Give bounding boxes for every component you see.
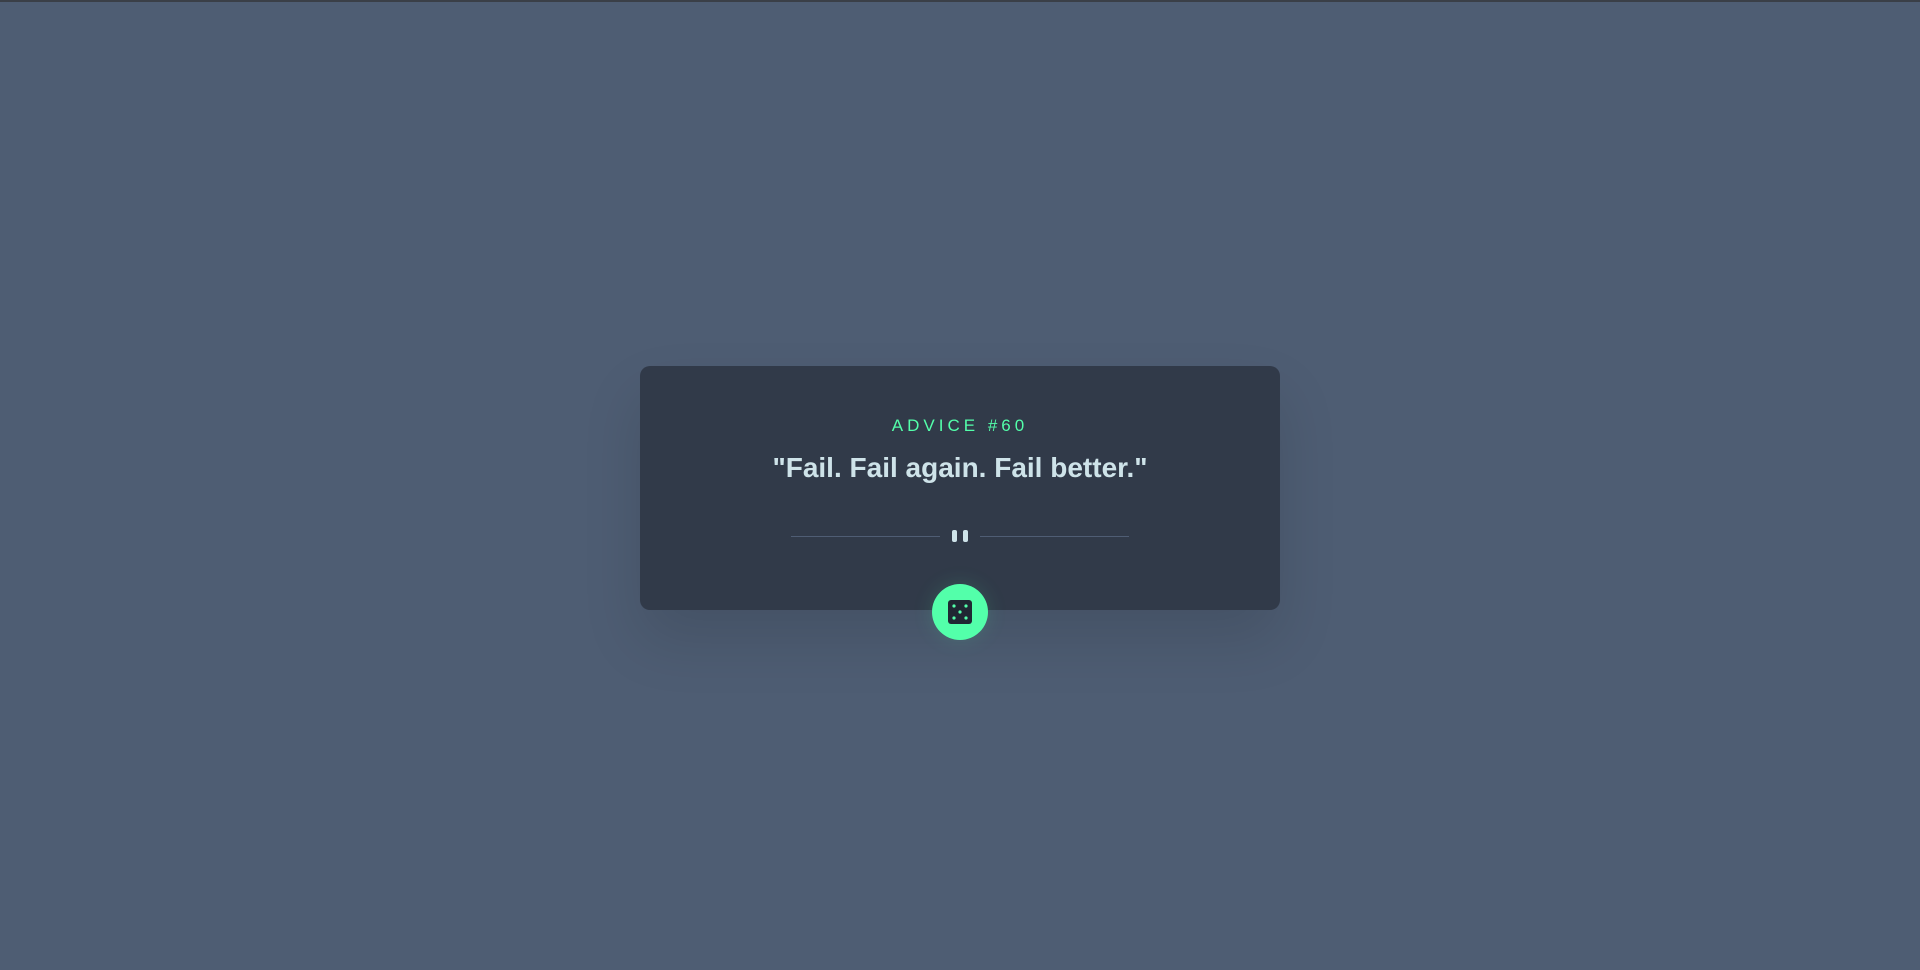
- pause-icon: [952, 530, 968, 542]
- advice-card: ADVICE #60 "Fail. Fail again. Fail bette…: [640, 366, 1280, 610]
- divider-line-left: [791, 536, 940, 537]
- dice-icon: [948, 600, 972, 624]
- window-top-border: [0, 0, 1920, 2]
- generate-advice-button[interactable]: [932, 584, 988, 640]
- advice-id: ADVICE #60: [891, 416, 1029, 435]
- advice-quote: "Fail. Fail again. Fail better.": [772, 452, 1148, 483]
- divider: [791, 530, 1129, 542]
- divider-line-right: [980, 536, 1129, 537]
